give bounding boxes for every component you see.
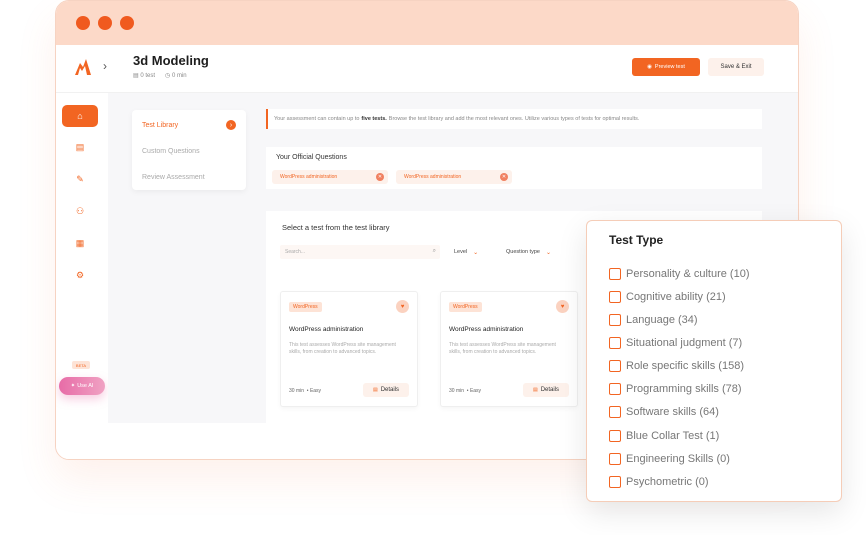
- window-maximize-button[interactable]: [120, 16, 134, 30]
- official-questions-title: Your Official Questions: [276, 154, 347, 161]
- chevron-down-icon: ⌄: [473, 249, 479, 256]
- checkbox[interactable]: [609, 360, 621, 373]
- details-button[interactable]: ▤ Details: [363, 383, 409, 397]
- filter-option[interactable]: Blue Collar Test (1): [609, 424, 750, 447]
- card-meta: 30 min • Easy: [289, 388, 322, 394]
- step-custom-questions[interactable]: Custom Questions: [142, 148, 200, 155]
- use-ai-button[interactable]: ✦ Use AI: [59, 377, 105, 395]
- checkbox[interactable]: [609, 406, 621, 419]
- app-logo: [75, 59, 91, 75]
- home-icon[interactable]: ⌂: [62, 105, 98, 127]
- filter-option[interactable]: Situational judgment (7): [609, 331, 750, 354]
- checkbox[interactable]: [609, 290, 621, 303]
- filter-option[interactable]: Psychometric (0): [609, 470, 750, 493]
- clock-icon: ◷: [165, 73, 171, 79]
- filter-option[interactable]: Engineering Skills (0): [609, 447, 750, 470]
- filter-option[interactable]: Cognitive ability (21): [609, 285, 750, 308]
- remove-icon[interactable]: ✕: [376, 173, 384, 181]
- window-titlebar: [56, 1, 798, 45]
- test-card[interactable]: WordPress ♥ WordPress administration Thi…: [280, 291, 418, 407]
- filter-option[interactable]: Language (34): [609, 308, 750, 331]
- window-minimize-button[interactable]: [98, 16, 112, 30]
- card-meta: 30 min • Easy: [449, 388, 482, 394]
- search-input[interactable]: Search... ⌕: [280, 245, 440, 259]
- card-title: WordPress administration: [449, 326, 524, 333]
- official-questions: Your Official Questions WordPress admini…: [266, 147, 762, 189]
- chevron-down-icon: ⌄: [545, 249, 551, 256]
- question-chip: WordPress administration ✕: [272, 170, 388, 184]
- filter-options: Personality & culture (10) Cognitive abi…: [609, 262, 750, 493]
- question-chip: WordPress administration ✕: [396, 170, 512, 184]
- document-icon: ▤: [532, 387, 538, 393]
- details-button[interactable]: ▤ Details: [523, 383, 569, 397]
- save-exit-button[interactable]: Save & Exit: [708, 58, 764, 76]
- chevron-right-icon[interactable]: ›: [103, 59, 107, 73]
- step-review-assessment[interactable]: Review Assessment: [142, 174, 205, 181]
- remove-icon[interactable]: ✕: [500, 173, 508, 181]
- test-card[interactable]: WordPress ♥ WordPress administration Thi…: [440, 291, 578, 407]
- checkbox[interactable]: [609, 313, 621, 326]
- test-type-filter-panel: Test Type Personality & culture (10) Cog…: [586, 220, 842, 502]
- test-library-title: Select a test from the test library: [282, 223, 390, 232]
- duration: ◷ 0 min: [165, 73, 187, 79]
- edit-document-icon[interactable]: ✎: [62, 168, 98, 190]
- assessment-meta: ▤ 0 test ◷ 0 min: [133, 72, 187, 79]
- filter-option[interactable]: Personality & culture (10): [609, 262, 750, 285]
- top-bar: › 3d Modeling ▤ 0 test ◷ 0 min ◉ Preview…: [56, 45, 798, 93]
- checkbox[interactable]: [609, 336, 621, 349]
- filter-option[interactable]: Software skills (64): [609, 401, 750, 424]
- calendar-icon[interactable]: ▦: [62, 232, 98, 254]
- search-icon: ⌕: [432, 248, 436, 254]
- card-description: This test assesses WordPress site manage…: [289, 342, 396, 355]
- checkbox[interactable]: [609, 452, 621, 465]
- steps-panel: Test Library › Custom Questions Review A…: [132, 110, 246, 190]
- document-icon: ▤: [372, 387, 378, 393]
- document-icon[interactable]: ▤: [62, 136, 98, 158]
- test-count: ▤ 0 test: [133, 73, 156, 79]
- heart-icon[interactable]: ♥: [556, 300, 569, 313]
- filter-option[interactable]: Programming skills (78): [609, 378, 750, 401]
- preview-test-button[interactable]: ◉ Preview test: [632, 58, 700, 76]
- heart-icon[interactable]: ♥: [396, 300, 409, 313]
- card-title: WordPress administration: [289, 326, 364, 333]
- assessment-notice: Your assessment can contain up to five te…: [266, 109, 762, 129]
- category-tag: WordPress: [289, 302, 322, 312]
- sparkle-icon: ✦: [70, 383, 76, 389]
- card-description: This test assesses WordPress site manage…: [449, 342, 556, 355]
- level-dropdown[interactable]: Level ⌄: [454, 245, 478, 259]
- filter-title: Test Type: [609, 233, 664, 247]
- checkbox[interactable]: [609, 267, 621, 280]
- category-tag: WordPress: [449, 302, 482, 312]
- question-type-dropdown[interactable]: Question type ⌄: [506, 245, 551, 259]
- arrow-right-icon: ›: [226, 120, 236, 130]
- beta-badge: BETA: [72, 361, 90, 369]
- window-close-button[interactable]: [76, 16, 90, 30]
- gear-icon[interactable]: ⚙: [62, 264, 98, 286]
- step-test-library[interactable]: Test Library: [142, 122, 178, 129]
- checkbox[interactable]: [609, 429, 621, 442]
- eye-icon: ◉: [647, 64, 652, 70]
- sidebar: ⌂ ▤ ✎ ⚇ ▦ ⚙ BETA ✦ Use AI: [56, 93, 108, 459]
- page-title: 3d Modeling: [133, 53, 209, 68]
- checkbox[interactable]: [609, 383, 621, 396]
- document-icon: ▤: [133, 73, 139, 79]
- checkbox[interactable]: [609, 475, 621, 488]
- users-icon[interactable]: ⚇: [62, 200, 98, 222]
- filter-option[interactable]: Role specific skills (158): [609, 355, 750, 378]
